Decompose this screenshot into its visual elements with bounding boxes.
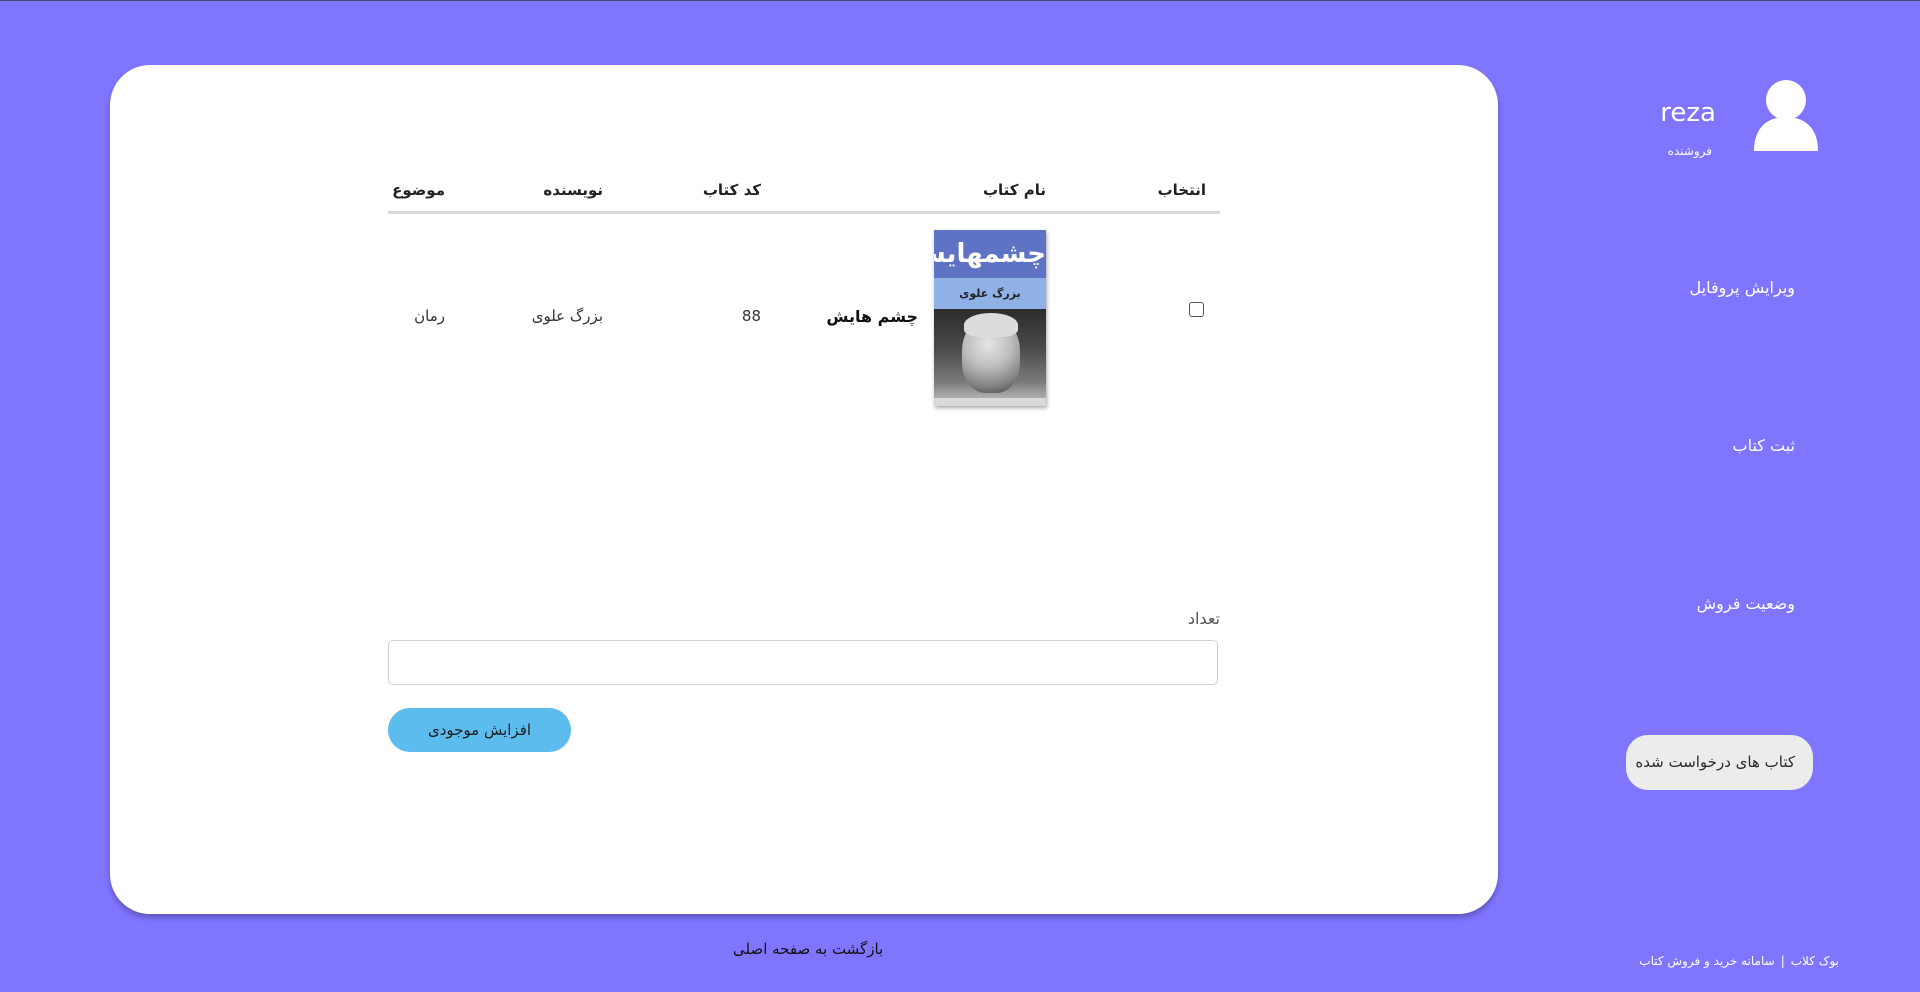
- book-author: بزرگ علوی: [531, 307, 603, 325]
- cover-publisher-strip: [934, 398, 1046, 406]
- book-cover-image: چشمهایش بزرگ علوی: [934, 230, 1046, 406]
- cover-portrait: [934, 309, 1046, 406]
- table-row: چشمهایش بزرگ علوی چشم هایش 88 بزرگ علوی …: [388, 214, 1220, 414]
- book-subject: رمان: [414, 307, 445, 325]
- footer-brand: بوک کلاب | سامانه خرید و فروش کتاب: [1639, 954, 1839, 968]
- brand-name[interactable]: بوک کلاب: [1791, 954, 1839, 968]
- user-role: فروشنده: [1667, 144, 1712, 158]
- requested-books-table: انتخاب نام کتاب کد کتاب نویسنده موضوع چش…: [388, 165, 1220, 414]
- username: reza: [1660, 98, 1716, 128]
- user-avatar-icon: [1754, 80, 1818, 151]
- quantity-input[interactable]: [388, 640, 1218, 685]
- increase-stock-button[interactable]: افزایش موجودی: [388, 708, 571, 752]
- main-card: انتخاب نام کتاب کد کتاب نویسنده موضوع چش…: [110, 65, 1498, 914]
- header-book-code: کد کتاب: [702, 181, 761, 199]
- sidebar-item-register-book[interactable]: ثبت کتاب: [1733, 436, 1795, 455]
- header-author: نویسنده: [543, 181, 603, 199]
- book-name: چشم هایش: [826, 307, 918, 326]
- brand-tagline: سامانه خرید و فروش کتاب: [1639, 954, 1775, 968]
- header-book-name: نام کتاب: [982, 181, 1046, 199]
- quantity-label: تعداد: [1187, 609, 1220, 628]
- cover-title: چشمهایش: [934, 230, 1046, 278]
- header-select: انتخاب: [1157, 181, 1206, 199]
- sidebar-item-sales-status[interactable]: وضعیت فروش: [1697, 594, 1795, 613]
- sidebar-item-edit-profile[interactable]: ویرایش پروفایل: [1690, 278, 1796, 297]
- book-code: 88: [741, 307, 761, 325]
- select-checkbox[interactable]: [1189, 302, 1204, 317]
- table-header: انتخاب نام کتاب کد کتاب نویسنده موضوع: [388, 165, 1220, 214]
- sidebar-item-requested-books[interactable]: کتاب های درخواست شده: [1626, 735, 1813, 790]
- cover-author: بزرگ علوی: [934, 278, 1046, 309]
- portrait-hair: [964, 313, 1018, 337]
- header-subject: موضوع: [392, 181, 445, 199]
- brand-separator: |: [1780, 954, 1785, 968]
- sidebar: reza فروشنده ویرایش پروفایل ثبت کتاب وضع…: [1600, 1, 1920, 992]
- back-to-home-link[interactable]: بازگشت به صفحه اصلی: [733, 940, 883, 958]
